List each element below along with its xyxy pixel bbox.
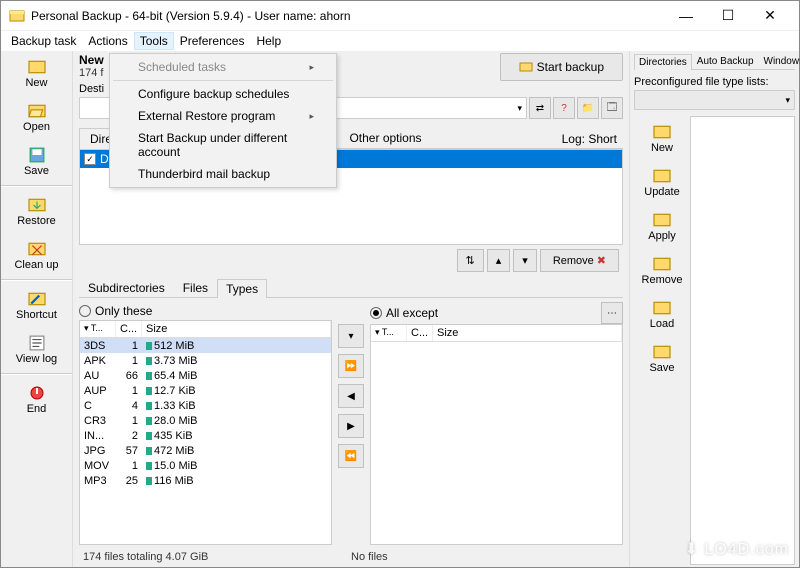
chevron-down-icon: ▾ (785, 95, 790, 106)
type-edit-button[interactable]: ⋯ (601, 302, 623, 324)
menu-thunderbird-backup[interactable]: Thunderbird mail backup (112, 163, 334, 185)
checkbox-icon[interactable]: ✓ (84, 153, 96, 165)
menu-preferences[interactable]: Preferences (174, 32, 251, 50)
move-all-right-button[interactable]: ⏩ (338, 354, 364, 378)
minimize-button[interactable]: — (665, 2, 707, 30)
only-these-list[interactable]: ▾ T...C...Size 3DS1512 MiBAPK13.73 MiBAU… (79, 320, 332, 545)
type-row[interactable]: C41.33 KiB (80, 398, 331, 413)
move-all-left-button[interactable]: ⏪ (338, 444, 364, 468)
dir-movedown-button[interactable]: ▾ (513, 249, 537, 272)
left-save-button[interactable]: Save (1, 139, 72, 183)
left-open-button[interactable]: Open (1, 95, 72, 139)
dest-toggle-button[interactable]: ⇄ (529, 97, 551, 119)
destination-label: Desti (79, 83, 104, 95)
toolbar-separator (1, 373, 72, 375)
toolbar-separator (1, 185, 72, 187)
type-row[interactable]: AUP112.7 KiB (80, 383, 331, 398)
preconfigured-list[interactable] (690, 116, 795, 565)
move-right-button[interactable]: ◀ (338, 384, 364, 408)
status-left: 174 files totaling 4.07 GiB (83, 551, 351, 563)
type-row[interactable]: 3DS1512 MiB (80, 338, 331, 353)
chevron-down-icon: ▾ (517, 103, 522, 114)
move-left-button[interactable]: ▶ (338, 414, 364, 438)
start-backup-button[interactable]: Start backup (500, 53, 623, 81)
right-remove-button[interactable]: Remove (634, 256, 690, 286)
menu-scheduled-tasks[interactable]: Scheduled tasks▸ (112, 56, 334, 78)
menu-backup-task[interactable]: Backup task (5, 32, 82, 50)
status-bar: 174 files totaling 4.07 GiB No files (79, 545, 623, 567)
right-apply-button[interactable]: Apply (634, 212, 690, 242)
move-top-button[interactable]: ▾ (338, 324, 364, 348)
maximize-button[interactable]: ☐ (707, 2, 749, 30)
rtab-directories[interactable]: Directories (634, 54, 692, 70)
menu-tools[interactable]: Tools (134, 32, 174, 50)
type-row[interactable]: MP325116 MiB (80, 473, 331, 488)
left-new-button[interactable]: New (1, 51, 72, 95)
type-row[interactable]: IN...2435 KiB (80, 428, 331, 443)
dir-remove-button[interactable]: Remove✖ (540, 249, 619, 272)
right-save-button[interactable]: Save (634, 344, 690, 374)
remove-icon: ✖ (597, 254, 606, 267)
toolbar-separator (1, 279, 72, 281)
status-right: No files (351, 551, 619, 563)
right-update-button[interactable]: Update (634, 168, 690, 198)
menu-separator (113, 80, 333, 81)
radio-icon (79, 305, 91, 317)
rtab-autobackup[interactable]: Auto Backup (692, 53, 759, 69)
preconfigured-combo[interactable]: ▾ (634, 90, 795, 110)
type-row[interactable]: CR3128.0 MiB (80, 413, 331, 428)
sub-tabs: Subdirectories Files Types (79, 278, 623, 298)
type-row[interactable]: AU6665.4 MiB (80, 368, 331, 383)
log-mode-label[interactable]: Log: Short (556, 130, 623, 148)
rtab-scheduler[interactable]: Windows Scheduler (759, 53, 800, 69)
left-end-button[interactable]: End (1, 377, 72, 421)
left-restore-button[interactable]: Restore (1, 189, 72, 233)
all-except-list[interactable]: ▾ T...C...Size (370, 324, 623, 545)
menu-start-backup-different[interactable]: Start Backup under different account (112, 127, 334, 163)
type-row[interactable]: MOV115.0 MiB (80, 458, 331, 473)
dir-settings-button[interactable]: ⇅ (457, 249, 484, 272)
tab-other-options[interactable]: Other options (338, 127, 432, 148)
menu-help[interactable]: Help (250, 32, 287, 50)
title-bar: Personal Backup - 64-bit (Version 5.9.4)… (1, 1, 799, 31)
subtab-subdirectories[interactable]: Subdirectories (79, 278, 174, 297)
left-toolbar: New Open Save Restore Clean up Shortcut … (1, 51, 73, 567)
left-viewlog-button[interactable]: View log (1, 327, 72, 371)
dest-explorer-button[interactable]: 🗔 (601, 97, 623, 119)
close-button[interactable]: ✕ (749, 2, 791, 30)
right-new-button[interactable]: New (634, 124, 690, 154)
submenu-arrow-icon: ▸ (309, 62, 314, 73)
menu-external-restore[interactable]: External Restore program▸ (112, 105, 334, 127)
submenu-arrow-icon: ▸ (309, 111, 314, 122)
right-load-button[interactable]: Load (634, 300, 690, 330)
dest-help-button[interactable]: ? (553, 97, 575, 119)
files-count-label: 174 f (79, 67, 104, 79)
radio-icon (370, 307, 382, 319)
subtab-types[interactable]: Types (217, 279, 267, 298)
type-move-buttons: ▾ ⏩ ◀ ▶ ⏪ (338, 302, 364, 545)
only-these-radio[interactable]: Only these (79, 302, 332, 320)
dir-moveup-button[interactable]: ▴ (487, 249, 511, 272)
task-name-label: New (79, 53, 104, 67)
watermark: ⬇ LO4D.com (685, 539, 789, 559)
left-cleanup-button[interactable]: Clean up (1, 233, 72, 277)
app-icon (9, 8, 25, 24)
menu-actions[interactable]: Actions (82, 32, 133, 50)
menu-bar: Backup task Actions Tools Preferences He… (1, 31, 799, 51)
window-title: Personal Backup - 64-bit (Version 5.9.4)… (31, 9, 665, 23)
type-row[interactable]: APK13.73 MiB (80, 353, 331, 368)
left-shortcut-button[interactable]: Shortcut (1, 283, 72, 327)
subtab-files[interactable]: Files (174, 278, 217, 297)
type-row[interactable]: JPG57472 MiB (80, 443, 331, 458)
right-panel: Directories Auto Backup Windows Schedule… (629, 51, 799, 567)
all-except-radio[interactable]: All except (370, 304, 438, 322)
menu-configure-schedules[interactable]: Configure backup schedules (112, 83, 334, 105)
dest-browse-button[interactable]: 📁 (577, 97, 599, 119)
tools-dropdown: Scheduled tasks▸ Configure backup schedu… (109, 53, 337, 188)
preconfigured-label: Preconfigured file type lists: (634, 76, 795, 88)
right-tabs: Directories Auto Backup Windows Schedule… (634, 53, 795, 70)
